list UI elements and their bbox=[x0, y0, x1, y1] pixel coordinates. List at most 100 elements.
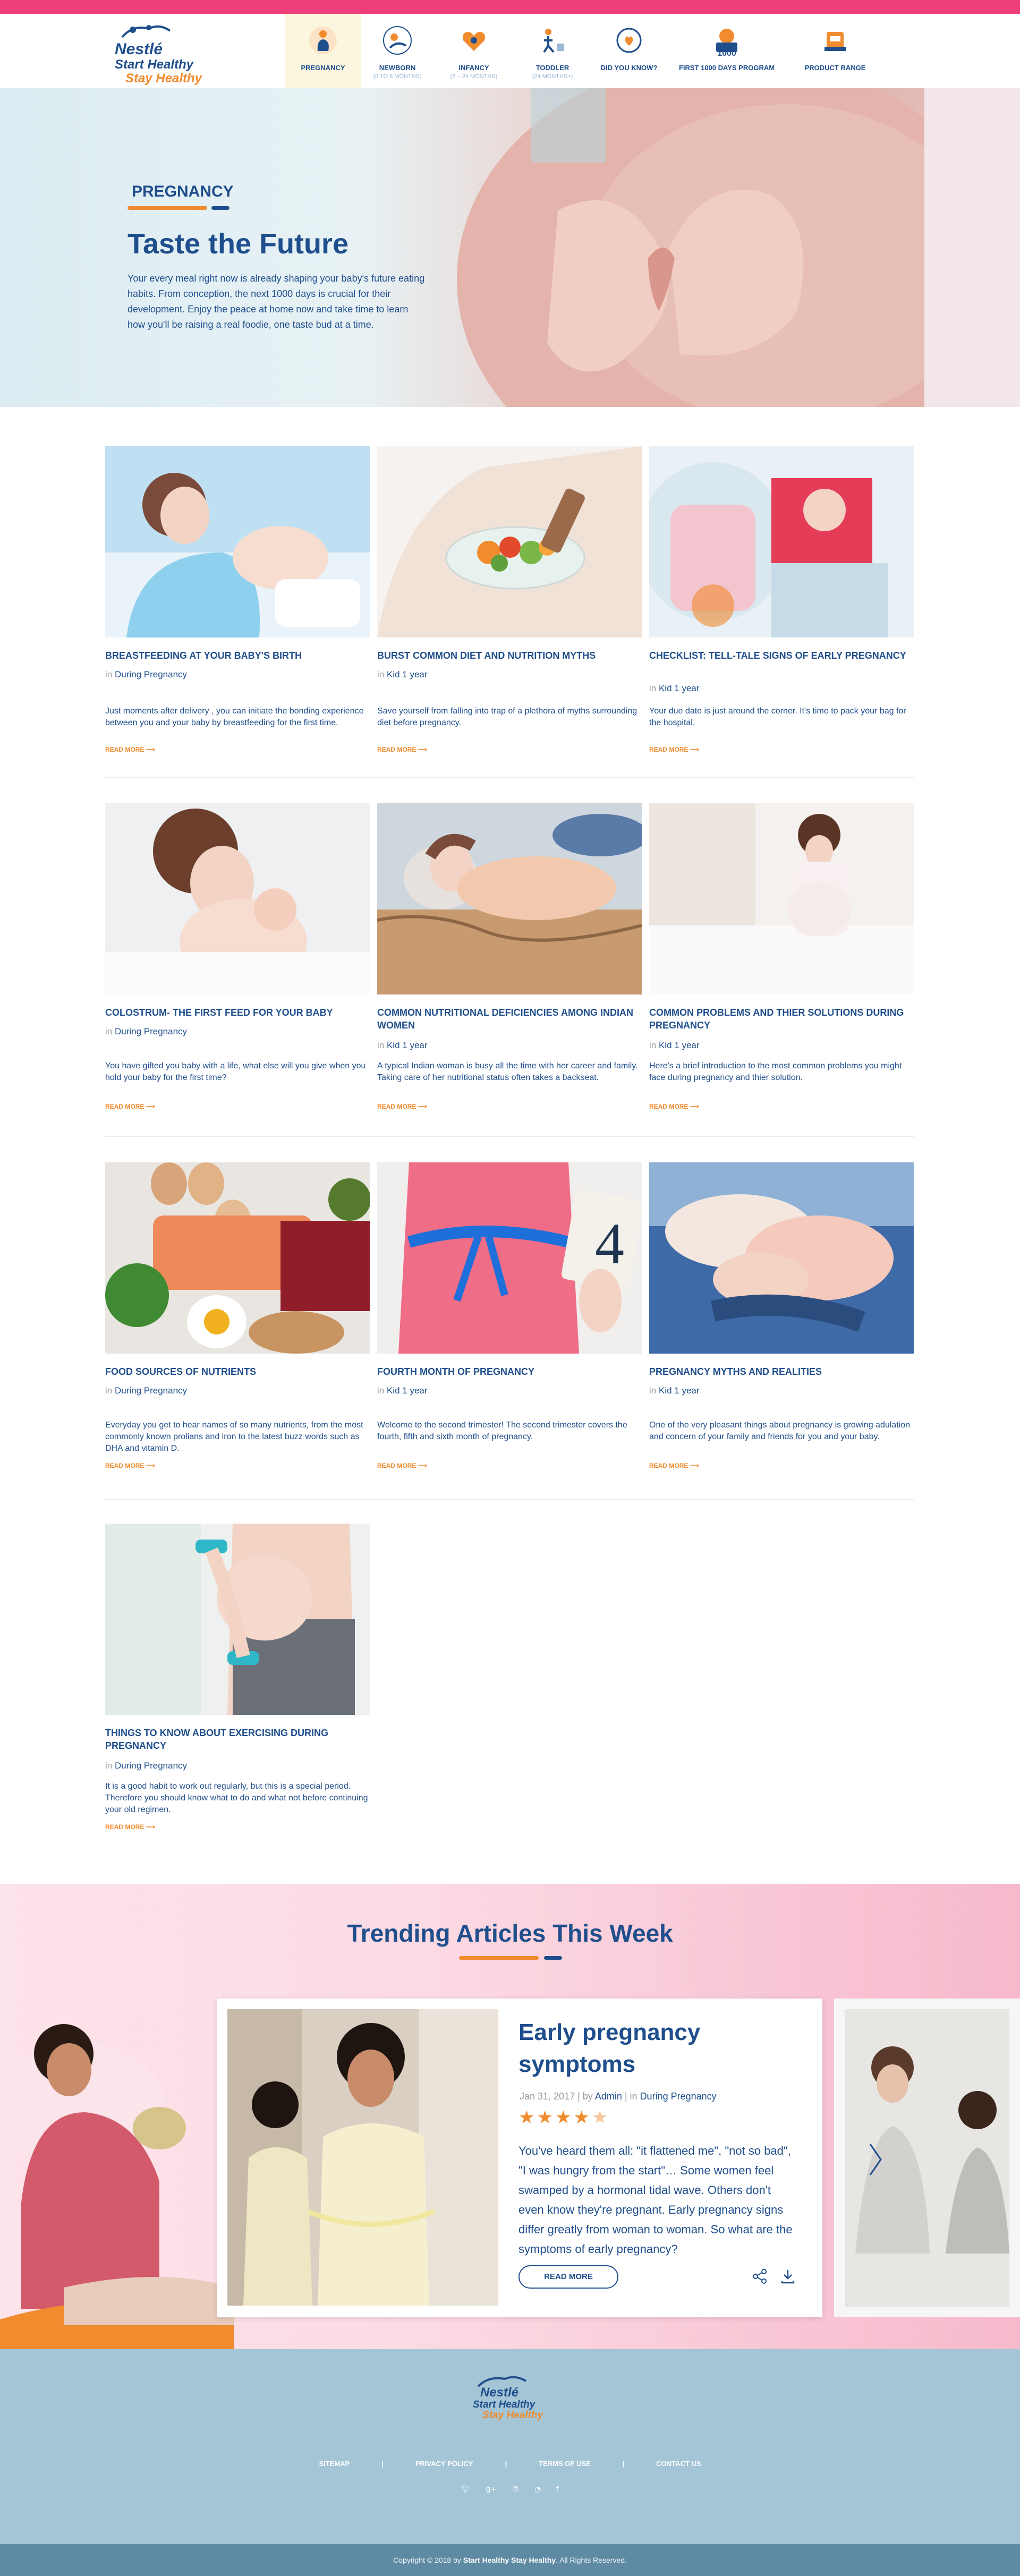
article-title[interactable]: FOURTH MONTH OF PREGNANCY bbox=[377, 1365, 642, 1378]
read-more-link[interactable]: READ MORE ⟶ bbox=[377, 746, 427, 753]
article-title[interactable]: BREASTFEEDING AT YOUR BABY'S BIRTH bbox=[105, 649, 370, 662]
hero-kicker: PREGNANCY bbox=[132, 183, 234, 200]
author-link[interactable]: Admin bbox=[595, 2091, 622, 2102]
article-image[interactable]: 4 bbox=[377, 1162, 642, 1354]
read-more-link[interactable]: READ MORE ⟶ bbox=[105, 1103, 155, 1110]
nav-infancy[interactable]: INFANCY (6 – 24 MONTHS) bbox=[434, 14, 514, 88]
nav-newborn[interactable]: NEWBORN (0 TO 6 MONTHS) bbox=[361, 14, 434, 88]
trending-article-excerpt: You've heard them all: "it flattened me"… bbox=[518, 2144, 793, 2256]
article-category: in Kid 1 year bbox=[377, 1040, 428, 1050]
arrow-right-icon: ⟶ bbox=[418, 746, 427, 753]
hero-accent-blue bbox=[211, 206, 230, 210]
article-category: in Kid 1 year bbox=[649, 1040, 700, 1050]
read-more-link[interactable]: READ MORE ⟶ bbox=[649, 746, 699, 753]
category-link[interactable]: Kid 1 year bbox=[387, 1385, 428, 1396]
arrow-right-icon: ⟶ bbox=[146, 1823, 155, 1831]
article-description: Your due date is just around the corner.… bbox=[649, 707, 906, 727]
read-more-link[interactable]: READ MORE ⟶ bbox=[649, 1462, 699, 1469]
nav-label: NEWBORN bbox=[379, 64, 416, 72]
article-category: in Kid 1 year bbox=[377, 1385, 428, 1396]
brand-line-1: Start Healthy bbox=[115, 57, 194, 72]
arrow-right-icon: ⟶ bbox=[146, 1103, 155, 1110]
star-filled-icon: ★ bbox=[555, 2107, 574, 2128]
article-title[interactable]: BURST COMMON DIET AND NUTRITION MYTHS bbox=[377, 649, 642, 662]
nav-first-1000-days[interactable]: 1000 FIRST 1000 DAYS PROGRAM bbox=[667, 14, 786, 88]
google-plus-icon[interactable]: g+ bbox=[486, 2485, 497, 2494]
article-image[interactable] bbox=[105, 803, 370, 994]
share-icon[interactable] bbox=[752, 2268, 768, 2284]
trending-article-image[interactable] bbox=[227, 2009, 498, 2306]
nav-label: INFANCY bbox=[458, 64, 489, 72]
read-more-link[interactable]: READ MORE ⟶ bbox=[105, 746, 155, 753]
article-description: You have gifted you baby with a life, wh… bbox=[105, 1061, 366, 1082]
facebook-icon[interactable]: f bbox=[556, 2485, 559, 2494]
arrow-right-icon: ⟶ bbox=[690, 746, 699, 753]
article-image[interactable] bbox=[649, 803, 914, 994]
rss-icon[interactable]: ◔ bbox=[534, 2485, 541, 2494]
footer-logo[interactable]: Nestlé Start Healthy Stay Healthy bbox=[468, 2373, 563, 2421]
article-image[interactable] bbox=[377, 803, 642, 994]
article-image[interactable] bbox=[105, 1162, 370, 1354]
nav-pregnancy[interactable]: PREGNANCY bbox=[285, 14, 361, 88]
read-more-link[interactable]: READ MORE ⟶ bbox=[377, 1103, 427, 1110]
site-footer: Nestlé Start Healthy Stay Healthy SITEMA… bbox=[0, 2349, 1020, 2544]
footer-links: SITEMAP | PRIVACY POLICY | TERMS OF USE | CONT… bbox=[319, 2460, 701, 2468]
article-image[interactable] bbox=[649, 446, 914, 637]
article-description: It is a good habit to work out regularly… bbox=[105, 1782, 368, 1814]
footer-link-contact[interactable]: CONTACT US bbox=[656, 2460, 701, 2468]
nav-did-you-know[interactable]: DID YOU KNOW? bbox=[591, 14, 667, 88]
pregnant-mother-icon bbox=[309, 27, 337, 54]
category-link[interactable]: During Pregnancy bbox=[115, 1026, 187, 1036]
trending-article-title[interactable]: Early pregnancy symptoms bbox=[518, 2017, 795, 2080]
category-link[interactable]: During Pregnancy bbox=[115, 1761, 187, 1771]
article-image[interactable] bbox=[105, 1524, 370, 1715]
trending-article-meta: Jan 31, 2017 | by Admin | in During Preg… bbox=[520, 2091, 717, 2102]
article-title[interactable]: COMMON PROBLEMS AND THIER SOLUTIONS DURI… bbox=[649, 1006, 914, 1032]
star-empty-icon: ★ bbox=[591, 2107, 610, 2128]
article-title[interactable]: CHECKLIST: TELL-TALE SIGNS OF EARLY PREG… bbox=[649, 649, 914, 662]
twitter-icon[interactable]: 🐦︎ bbox=[461, 2485, 471, 2494]
next-article-preview[interactable] bbox=[834, 1999, 1020, 2317]
category-link[interactable]: Kid 1 year bbox=[387, 669, 428, 679]
carousel-next-arrow-icon[interactable] bbox=[866, 2141, 885, 2178]
article-image[interactable] bbox=[649, 1162, 914, 1354]
article-category: in During Pregnancy bbox=[105, 1026, 188, 1036]
category-link[interactable]: Kid 1 year bbox=[659, 683, 700, 693]
category-link[interactable]: During Pregnancy bbox=[115, 1385, 187, 1396]
article-title[interactable]: THINGS TO KNOW ABOUT EXERCISING DURING P… bbox=[105, 1727, 370, 1752]
category-link[interactable]: During Pregnancy bbox=[640, 2091, 717, 2102]
article-image[interactable] bbox=[105, 446, 370, 637]
article-title[interactable]: FOOD SOURCES OF NUTRIENTS bbox=[105, 1365, 370, 1378]
category-link[interactable]: Kid 1 year bbox=[659, 1385, 700, 1396]
footer-link-sitemap[interactable]: SITEMAP bbox=[319, 2460, 350, 2468]
article-title[interactable]: COMMON NUTRITIONAL DEFICIENCIES AMONG IN… bbox=[377, 1006, 642, 1032]
article-title[interactable]: COLOSTRUM- THE FIRST FEED FOR YOUR BABY bbox=[105, 1006, 370, 1019]
hero-accent-orange bbox=[128, 206, 207, 210]
download-icon[interactable] bbox=[780, 2268, 796, 2284]
nav-product-range[interactable]: PRODUCT RANGE bbox=[786, 14, 884, 88]
article-image[interactable] bbox=[377, 446, 642, 637]
svg-text:4: 4 bbox=[595, 1211, 624, 1276]
article-category: in During Pregnancy bbox=[105, 1385, 188, 1396]
star-filled-icon: ★ bbox=[573, 2107, 592, 2128]
category-link[interactable]: During Pregnancy bbox=[115, 669, 187, 679]
read-more-button[interactable]: READ MORE bbox=[518, 2265, 618, 2289]
footer-link-privacy[interactable]: PRIVACY POLICY bbox=[415, 2460, 473, 2468]
trending-side-image bbox=[0, 2024, 234, 2349]
hero-title: Taste the Future bbox=[128, 228, 349, 260]
brand-name: Nestlé bbox=[115, 40, 163, 58]
trending-article-card[interactable]: Early pregnancy symptoms Jan 31, 2017 | … bbox=[217, 1999, 822, 2317]
read-more-link[interactable]: READ MORE ⟶ bbox=[105, 1462, 155, 1469]
category-link[interactable]: Kid 1 year bbox=[387, 1040, 428, 1050]
pinterest-icon[interactable]: ℗ bbox=[512, 2485, 520, 2494]
read-more-link[interactable]: READ MORE ⟶ bbox=[649, 1103, 699, 1110]
read-more-link[interactable]: READ MORE ⟶ bbox=[377, 1462, 427, 1469]
hero-text: Your every meal right now is already sha… bbox=[128, 273, 425, 330]
article-title[interactable]: PREGNANCY MYTHS AND REALITIES bbox=[649, 1365, 914, 1378]
footer-link-terms[interactable]: TERMS OF USE bbox=[539, 2460, 591, 2468]
nav-toddler[interactable]: TODDLER (24 MONTHS+) bbox=[514, 14, 591, 88]
article-category: in During Pregnancy bbox=[105, 1761, 188, 1771]
category-link[interactable]: Kid 1 year bbox=[659, 1040, 700, 1050]
read-more-link[interactable]: READ MORE ⟶ bbox=[105, 1823, 155, 1831]
brand-logo[interactable]: Nestlé Start Healthy Stay Healthy bbox=[112, 21, 218, 86]
